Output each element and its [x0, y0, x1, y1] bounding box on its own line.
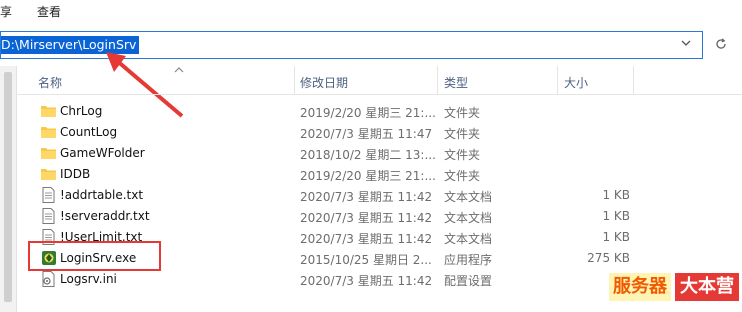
- column-header-name[interactable]: 名称: [38, 74, 62, 91]
- file-size: 1 KB: [602, 230, 630, 244]
- file-date: 2020/7/3 星期五 11:42: [300, 274, 433, 288]
- file-date: 2018/10/2 星期二 13:...: [300, 148, 436, 162]
- file-date: 2020/7/3 星期五 11:42: [300, 232, 433, 246]
- file-name: CountLog: [60, 125, 118, 139]
- file-type: 文本文档: [444, 190, 493, 204]
- file-type: 配置设置: [444, 274, 493, 288]
- file-date: 2019/2/20 星期三 21:...: [300, 169, 436, 183]
- list-item[interactable]: IDDB 2019/2/20 星期三 21:... 文件夹: [16, 164, 742, 185]
- file-type: 应用程序: [444, 253, 493, 267]
- folder-icon: [41, 166, 56, 182]
- column-header-date[interactable]: 修改日期: [300, 74, 348, 91]
- file-date: 2020/7/3 星期五 11:42: [300, 211, 433, 225]
- list-item[interactable]: CountLog 2020/7/3 星期五 11:47 文件夹: [16, 122, 742, 143]
- list-item[interactable]: !addrtable.txt 2020/7/3 星期五 11:42 文本文档 1…: [16, 185, 742, 206]
- file-type: 文本文档: [444, 211, 493, 225]
- text-file-icon: [41, 187, 56, 203]
- file-size: 1 KB: [602, 209, 630, 223]
- folder-icon: [41, 124, 56, 140]
- file-name: IDDB: [60, 167, 91, 181]
- text-file-icon: [41, 208, 56, 224]
- watermark-text-2: 大本营: [675, 273, 739, 301]
- ribbon-tab-share[interactable]: 享: [0, 3, 12, 20]
- file-date: 2015/10/25 星期日 2...: [300, 253, 432, 267]
- list-item[interactable]: ChrLog 2019/2/20 星期三 21:... 文件夹: [16, 101, 742, 122]
- column-divider[interactable]: [633, 66, 634, 94]
- ini-file-icon: [41, 271, 56, 287]
- column-header-row: 名称 修改日期 类型 大小: [16, 66, 742, 95]
- file-size: 275 KB: [587, 251, 630, 265]
- column-divider[interactable]: [437, 66, 438, 94]
- file-name: Logsrv.ini: [60, 272, 117, 286]
- file-name: GameWFolder: [60, 146, 145, 160]
- column-header-size[interactable]: 大小: [564, 74, 588, 91]
- column-divider[interactable]: [294, 66, 295, 94]
- column-divider[interactable]: [557, 66, 558, 94]
- folder-icon: [41, 103, 56, 119]
- file-name: !serveraddr.txt: [60, 209, 150, 223]
- file-name: !addrtable.txt: [60, 188, 144, 202]
- folder-icon: [41, 145, 56, 161]
- ribbon-bar: 享 查看: [0, 0, 742, 26]
- list-item[interactable]: !serveraddr.txt 2020/7/3 星期五 11:42 文本文档 …: [16, 206, 742, 227]
- file-name: ChrLog: [60, 104, 103, 118]
- file-size: 1 KB: [602, 188, 630, 202]
- navigation-scrollbar[interactable]: [4, 72, 12, 302]
- file-type: 文件夹: [444, 106, 481, 120]
- ribbon-tab-view[interactable]: 查看: [37, 3, 61, 20]
- annotation-highlight-box: [28, 241, 161, 271]
- file-type: 文本文档: [444, 232, 493, 246]
- file-type: 文件夹: [444, 148, 481, 162]
- sort-ascending-icon: [174, 64, 184, 77]
- file-type: 文件夹: [444, 169, 481, 183]
- refresh-icon: [716, 38, 726, 49]
- file-date: 2020/7/3 星期五 11:47: [300, 127, 433, 141]
- file-date: 2020/7/3 星期五 11:42: [300, 190, 433, 204]
- list-item[interactable]: GameWFolder 2018/10/2 星期二 13:... 文件夹: [16, 143, 742, 164]
- column-header-type[interactable]: 类型: [444, 74, 468, 91]
- refresh-button[interactable]: [708, 33, 734, 59]
- file-date: 2019/2/20 星期三 21:...: [300, 106, 436, 120]
- file-type: 文件夹: [444, 127, 481, 141]
- watermark-text-1: 服务器: [609, 273, 671, 301]
- chevron-down-icon[interactable]: [679, 37, 693, 53]
